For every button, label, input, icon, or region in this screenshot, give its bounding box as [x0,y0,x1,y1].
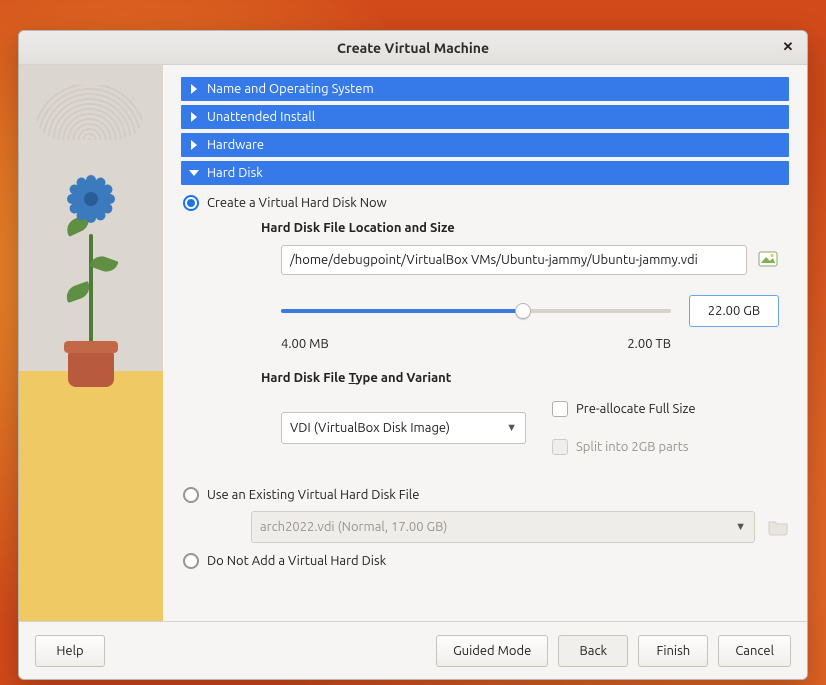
radio-icon [183,195,199,211]
chevron-right-icon [187,138,201,152]
chevron-down-icon: ▼ [506,422,517,434]
dialog-body: Name and Operating System Unattended Ins… [19,65,807,621]
location-size-title: Hard Disk File Location and Size [261,221,789,235]
split-2gb-checkbox: Split into 2GB parts [552,439,696,455]
size-row: 22.00 GB [281,295,779,327]
finish-button[interactable]: Finish [638,635,708,667]
section-unattended[interactable]: Unattended Install [181,105,789,129]
chevron-down-icon: ▼ [735,521,746,533]
file-path-value: /home/debugpoint/VirtualBox VMs/Ubuntu-j… [290,253,698,267]
browse-file-button[interactable] [757,250,779,270]
radio-do-not-add-label: Do Not Add a Virtual Hard Disk [207,554,386,568]
help-button[interactable]: Help [35,635,105,667]
dialog-title: Create Virtual Machine [337,40,489,56]
sidebar-illustration [19,65,163,621]
slider-max-label: 2.00 TB [627,337,671,351]
disk-size-input[interactable]: 22.00 GB [689,295,779,327]
radio-use-existing-label: Use an Existing Virtual Hard Disk File [207,488,419,502]
radio-icon [183,487,199,503]
section-name-os-label: Name and Operating System [207,82,374,96]
section-hard-disk[interactable]: Hard Disk [181,161,789,185]
content-pane: Name and Operating System Unattended Ins… [163,65,807,621]
radio-create-now-label: Create a Virtual Hard Disk Now [207,196,387,210]
radio-do-not-add[interactable]: Do Not Add a Virtual Hard Disk [183,553,789,569]
guided-mode-button[interactable]: Guided Mode [436,635,548,667]
folder-picture-icon [758,251,778,269]
checkbox-icon [552,439,568,455]
disk-size-value: 22.00 GB [708,304,760,318]
section-hardware-label: Hardware [207,138,264,152]
hard-disk-body: Create a Virtual Hard Disk Now Hard Disk… [181,189,789,575]
folder-icon [768,518,788,536]
dialog-footer: Help Guided Mode Back Finish Cancel [19,621,807,679]
file-path-input[interactable]: /home/debugpoint/VirtualBox VMs/Ubuntu-j… [281,245,747,275]
checkbox-icon [552,401,568,417]
cancel-button[interactable]: Cancel [718,635,791,667]
disk-type-value: VDI (VirtualBox Disk Image) [290,421,450,435]
existing-disk-select: arch2022.vdi (Normal, 17.00 GB) ▼ [251,511,755,543]
radio-use-existing[interactable]: Use an Existing Virtual Hard Disk File [183,487,789,503]
section-name-os[interactable]: Name and Operating System [181,77,789,101]
existing-disk-value: arch2022.vdi (Normal, 17.00 GB) [260,520,447,534]
browse-existing-button [767,517,789,537]
slider-min-label: 4.00 MB [281,337,329,351]
disk-type-select[interactable]: VDI (VirtualBox Disk Image) ▼ [281,412,526,444]
radio-icon [183,553,199,569]
preallocate-checkbox[interactable]: Pre-allocate Full Size [552,401,696,417]
split-2gb-label: Split into 2GB parts [576,440,688,454]
radio-create-now[interactable]: Create a Virtual Hard Disk Now [183,195,789,211]
type-variant-row: VDI (VirtualBox Disk Image) ▼ Pre-alloca… [281,395,779,461]
close-icon: ✕ [783,40,794,55]
disk-size-slider[interactable] [281,302,671,320]
variant-options: Pre-allocate Full Size Split into 2GB pa… [550,395,696,461]
titlebar: Create Virtual Machine ✕ [19,31,807,65]
chevron-down-icon [187,166,201,180]
slider-range-labels: 4.00 MB 2.00 TB [281,337,779,351]
preallocate-label: Pre-allocate Full Size [576,402,696,416]
slider-thumb[interactable] [515,303,531,319]
file-path-row: /home/debugpoint/VirtualBox VMs/Ubuntu-j… [281,245,779,275]
close-button[interactable]: ✕ [779,39,797,57]
section-hardware[interactable]: Hardware [181,133,789,157]
type-variant-title: Hard Disk File Type and Variant [261,371,789,385]
existing-disk-row: arch2022.vdi (Normal, 17.00 GB) ▼ [251,511,789,543]
chevron-right-icon [187,82,201,96]
create-vm-dialog: Create Virtual Machine ✕ [18,30,808,680]
section-unattended-label: Unattended Install [207,110,315,124]
chevron-right-icon [187,110,201,124]
back-button: Back [558,635,628,667]
section-hard-disk-label: Hard Disk [207,166,263,180]
